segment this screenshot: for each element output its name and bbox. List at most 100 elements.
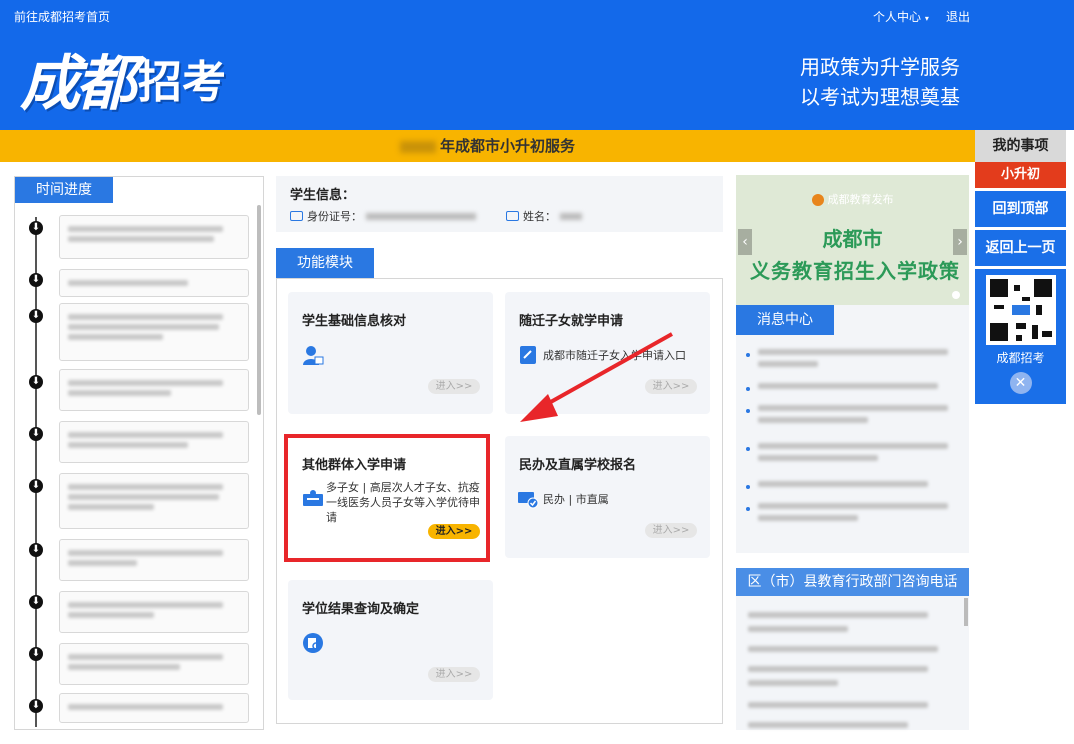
consult-phone-panel: 区（市）县教育行政部门咨询电话	[736, 568, 969, 730]
timeline-item[interactable]	[59, 591, 249, 633]
phone-item	[748, 666, 928, 672]
name-label: 姓名：	[523, 210, 556, 223]
student-info: 学生信息： 身份证号： 姓名：	[276, 176, 723, 232]
card-migrant[interactable]: 随迁子女就学申请 成都市随迁子女入学申请入口 进入>>	[505, 292, 710, 414]
id-value-redacted	[366, 212, 476, 220]
student-info-label: 学生信息：	[290, 188, 356, 203]
banner-line2: 义务教育招生入学政策	[750, 259, 960, 283]
slogan-line1: 用政策为升学服务	[800, 55, 960, 79]
timeline-panel: 时间进度 ⬇ ⬇ ⬇ ⬇ ⬇ ⬇ ⬇ ⬇ ⬇ ⬇	[14, 176, 264, 730]
source-logo-icon	[811, 194, 824, 206]
timeline-item[interactable]	[59, 539, 249, 581]
policy-banner[interactable]: 成都教育发布 成都市 义务教育招生入学政策 ‹ ›	[736, 175, 969, 305]
banner-prev-icon[interactable]: ‹	[738, 229, 752, 255]
xiaoshengchu-button[interactable]: 小升初	[975, 162, 1066, 188]
card-private-schools-title: 民办及直属学校报名	[519, 458, 637, 473]
personal-center-menu[interactable]: 个人中心 ▾	[873, 8, 929, 25]
card-migrant-desc: 成都市随迁子女入学申请入口	[543, 349, 686, 362]
timeline-dot-icon: ⬇	[29, 699, 43, 713]
year-redacted	[399, 140, 436, 153]
banner-line1: 成都市	[822, 227, 883, 251]
document-link-icon	[520, 346, 536, 364]
news-item[interactable]	[746, 383, 961, 391]
timeline-item[interactable]	[59, 693, 249, 723]
user-info-icon	[303, 346, 324, 365]
timeline-item[interactable]	[59, 421, 249, 463]
logo-main: 成都	[20, 48, 136, 119]
name-card-icon	[506, 211, 519, 221]
card-migrant-title: 随迁子女就学申请	[519, 314, 624, 329]
timeline-item[interactable]	[59, 303, 249, 361]
phone-item	[748, 722, 908, 728]
right-sidebar: 我的事项 小升初 回到顶部 返回上一页 成都招考 ✕	[975, 130, 1066, 414]
timeline-item[interactable]	[59, 643, 249, 685]
id-card-icon	[290, 211, 303, 221]
news-item[interactable]	[746, 349, 961, 367]
qr-panel: 成都招考 ✕	[975, 269, 1066, 404]
personal-center-label: 个人中心	[873, 10, 922, 24]
card-migrant-enter-button[interactable]: 进入>>	[645, 379, 697, 394]
timeline-dot-icon: ⬇	[29, 543, 43, 557]
back-button[interactable]: 返回上一页	[975, 230, 1066, 266]
message-center: 消息中心	[736, 305, 969, 553]
timeline-dot-icon: ⬇	[29, 595, 43, 609]
timeline-item[interactable]	[59, 473, 249, 529]
logo-sub: 招考	[138, 57, 226, 108]
name-value-redacted	[560, 212, 582, 220]
timeline-dot-icon: ⬇	[29, 273, 43, 287]
news-item[interactable]	[746, 443, 961, 461]
site-logo[interactable]: 成都 招考	[20, 30, 250, 126]
close-icon[interactable]: ✕	[1009, 372, 1032, 394]
service-title: 年成都市小升初服务	[439, 137, 575, 155]
timeline-dot-icon: ⬇	[29, 221, 43, 235]
consult-phone-title: 区（市）县教育行政部门咨询电话	[736, 568, 969, 596]
card-result-enter-button[interactable]: 进入>>	[428, 667, 480, 682]
timeline-item[interactable]	[59, 269, 249, 297]
card-basic-info-title: 学生基础信息核对	[302, 314, 407, 329]
slogan-line2: 以考试为理想奠基	[800, 85, 960, 109]
timeline-dot-icon: ⬇	[29, 647, 43, 661]
phone-item	[748, 680, 838, 686]
phone-item	[748, 612, 928, 618]
student-info-row: 身份证号： 姓名：	[290, 208, 582, 224]
timeline-item[interactable]	[59, 369, 249, 411]
my-items-title: 我的事项	[975, 130, 1066, 162]
card-result[interactable]: 学位结果查询及确定 进入>>	[288, 580, 493, 700]
timeline-item[interactable]	[59, 215, 249, 259]
top-bar: 前往成都招考首页 个人中心 ▾ 退出	[0, 0, 1074, 30]
monitor-check-icon	[518, 492, 539, 509]
phone-item	[748, 626, 848, 632]
service-title-bar: 年成都市小升初服务	[0, 130, 975, 162]
card-basic-info-enter-button[interactable]: 进入>>	[428, 379, 480, 394]
timeline-scrollbar[interactable]	[257, 205, 261, 415]
phone-scrollbar[interactable]	[964, 598, 968, 626]
banner-pager-dot[interactable]	[952, 291, 960, 299]
banner-source: 成都教育发布	[736, 191, 969, 207]
news-item[interactable]	[746, 481, 961, 489]
qr-caption: 成都招考	[996, 351, 1045, 365]
timeline-dot-icon: ⬇	[29, 309, 43, 323]
timeline-dot-icon: ⬇	[29, 375, 43, 389]
back-to-top-button[interactable]: 回到顶部	[975, 191, 1066, 227]
id-label: 身份证号：	[307, 210, 362, 223]
card-private-schools[interactable]: 民办及直属学校报名 民办 | 市直属 进入>>	[505, 436, 710, 558]
news-item[interactable]	[746, 405, 961, 423]
card-result-title: 学位结果查询及确定	[302, 602, 420, 617]
timeline-title: 时间进度	[15, 177, 113, 203]
banner-next-icon[interactable]: ›	[953, 229, 967, 255]
site-header: 前往成都招考首页 个人中心 ▾ 退出 成都 招考 用政策为升学服务 以考试为理想奠…	[0, 0, 1074, 130]
home-link[interactable]: 前往成都招考首页	[14, 8, 110, 25]
card-private-schools-desc: 民办 | 市直属	[543, 493, 609, 506]
timeline-dot-icon: ⬇	[29, 479, 43, 493]
news-item[interactable]	[746, 503, 961, 521]
qr-code	[985, 275, 1056, 345]
card-basic-info[interactable]: 学生基础信息核对 进入>>	[288, 292, 493, 414]
phone-item	[748, 646, 938, 652]
search-result-icon	[303, 633, 323, 653]
banner-source-text: 成都教育发布	[827, 193, 894, 206]
module-tab[interactable]: 功能模块	[276, 248, 374, 278]
logout-link[interactable]: 退出	[946, 8, 970, 25]
slogan: 用政策为升学服务 以考试为理想奠基	[730, 52, 960, 112]
card-private-schools-enter-button[interactable]: 进入>>	[645, 523, 697, 538]
timeline-dot-icon: ⬇	[29, 427, 43, 441]
